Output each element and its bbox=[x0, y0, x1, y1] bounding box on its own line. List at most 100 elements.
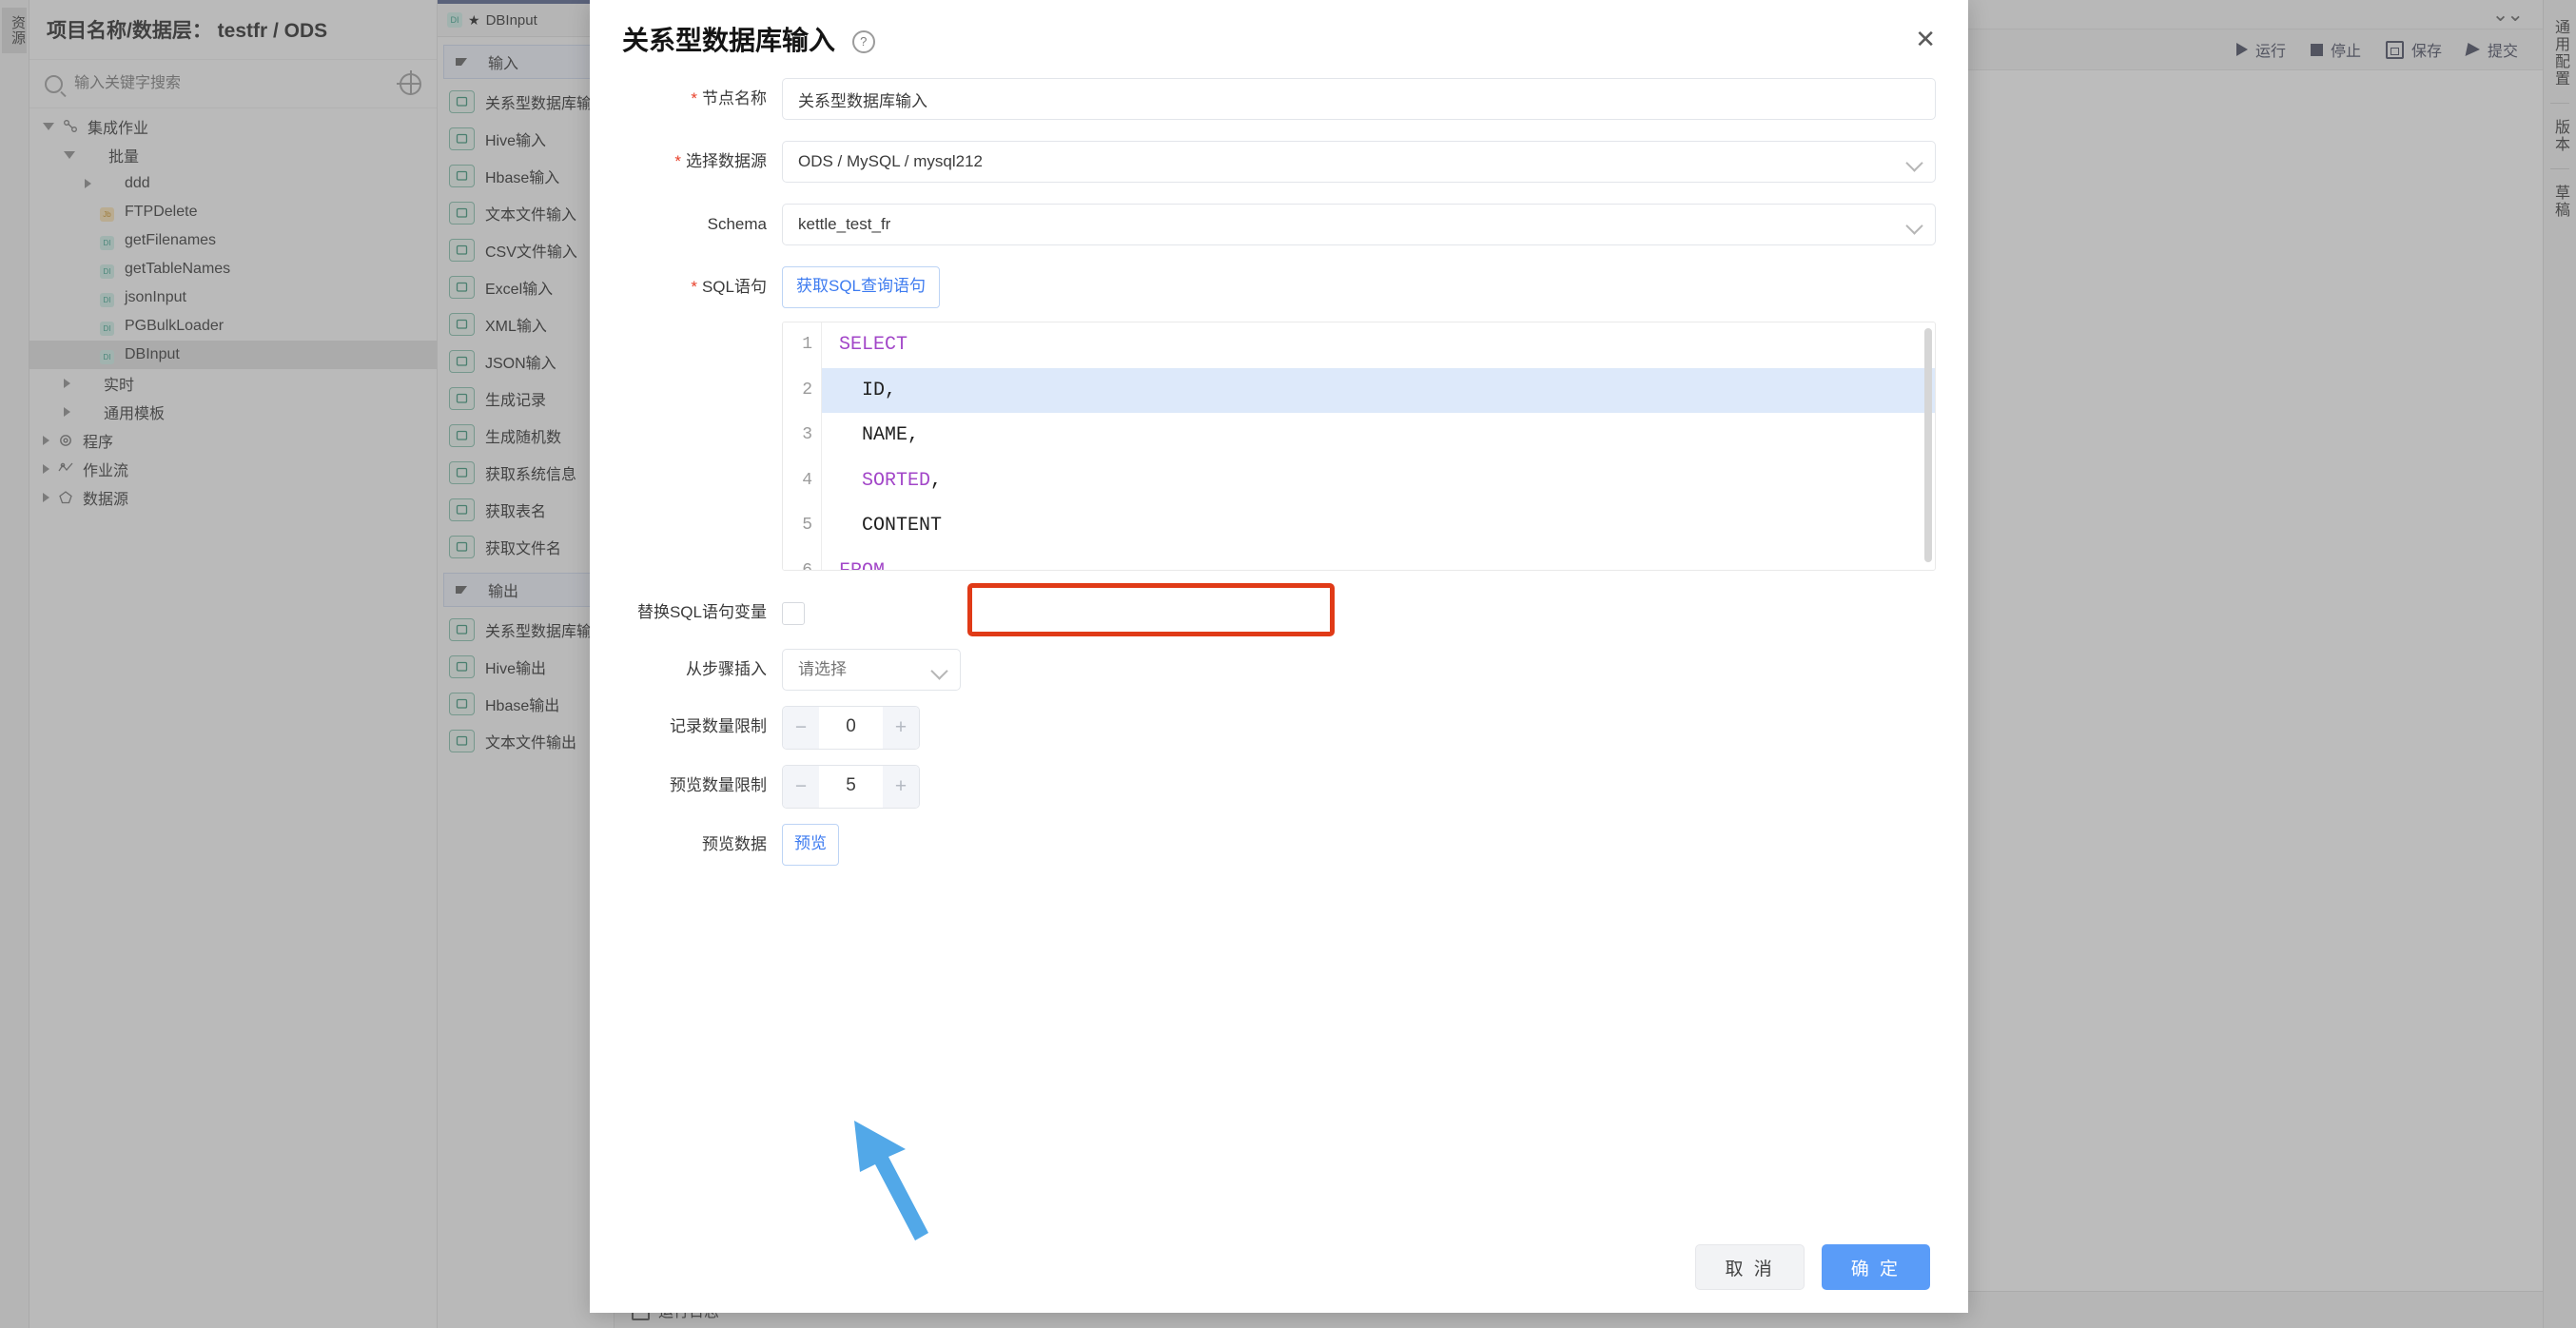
chevron-right-icon[interactable] bbox=[64, 379, 70, 388]
palette-item-label: 生成随机数 bbox=[485, 424, 561, 447]
palette-item-0-0[interactable]: 关系型数据库输入 bbox=[438, 83, 614, 120]
chevron-down-icon[interactable] bbox=[456, 58, 467, 66]
toolbar-button-0[interactable]: 运行 bbox=[2236, 38, 2286, 61]
chevron-down-icon[interactable] bbox=[64, 151, 75, 159]
palette-item-0-12[interactable]: 获取文件名 bbox=[438, 528, 614, 565]
sql-editor[interactable]: 1234567 SELECT ID, NAME, SORTED, CONTENT… bbox=[782, 322, 1936, 571]
preview-limit-stepper[interactable]: − 5 + bbox=[782, 765, 920, 809]
palette-item-1-2[interactable]: Hbase输出 bbox=[438, 685, 614, 722]
replace-variable-checkbox[interactable] bbox=[782, 602, 805, 625]
schema-select[interactable] bbox=[782, 204, 1936, 245]
preview-limit-value[interactable]: 5 bbox=[819, 766, 883, 808]
palette-item-label: Hbase输出 bbox=[485, 693, 559, 715]
close-icon[interactable]: ✕ bbox=[1915, 27, 1936, 51]
resource-tree[interactable]: 集成作业批量dddJbFTPDeleteDIgetFilenamesDIgetT… bbox=[29, 108, 437, 1328]
search-input[interactable] bbox=[72, 74, 390, 93]
chevron-right-icon[interactable] bbox=[85, 179, 91, 188]
tree-item-2[interactable]: ddd bbox=[29, 169, 437, 198]
tree-item-4[interactable]: DIgetFilenames bbox=[29, 226, 437, 255]
palette-item-1-1[interactable]: Hive输出 bbox=[438, 648, 614, 685]
palette-group-header-1[interactable]: 输出 bbox=[443, 573, 608, 607]
palette-list[interactable]: 输入关系型数据库输入Hive输入Hbase输入文本文件输入 CSV文件输入Exce… bbox=[438, 37, 614, 759]
tree-item-1[interactable]: 批量 bbox=[29, 141, 437, 169]
palette-item-label: XML输入 bbox=[485, 313, 547, 336]
sql-line-4[interactable]: SORTED, bbox=[822, 459, 1935, 504]
editor-tab-dbinput[interactable]: DI ★ DBInput bbox=[438, 0, 614, 37]
rail-tab-resources[interactable]: 资源 bbox=[2, 8, 27, 53]
tree-item-11[interactable]: 程序 bbox=[29, 426, 437, 455]
palette-item-label: JSON输入 bbox=[485, 350, 556, 373]
datasource-select[interactable] bbox=[782, 141, 1936, 183]
tree-item-12[interactable]: 作业流 bbox=[29, 455, 437, 483]
palette-item-0-10[interactable]: 获取系统信息 bbox=[438, 454, 614, 491]
question-mark-icon[interactable]: ? bbox=[852, 30, 875, 53]
sql-line-6[interactable]: FROM bbox=[822, 549, 1935, 572]
tree-search-bar[interactable] bbox=[29, 60, 437, 108]
tree-item-7[interactable]: DIPGBulkLoader bbox=[29, 312, 437, 341]
right-rail[interactable]: 通用配置版本草稿 bbox=[2543, 0, 2576, 1328]
palette-item-label: 文本文件输入 bbox=[485, 202, 576, 225]
sql-line-2[interactable]: ID, bbox=[822, 368, 1935, 414]
toolbar-button-2[interactable]: 保存 bbox=[2386, 38, 2442, 61]
sql-line-number: 1 bbox=[783, 322, 821, 368]
chevron-right-icon[interactable] bbox=[43, 464, 49, 474]
palette-item-0-9[interactable]: 生成随机数 bbox=[438, 417, 614, 454]
node-name-input[interactable] bbox=[782, 78, 1936, 120]
fetch-sql-button[interactable]: 获取SQL查询语句 bbox=[782, 266, 940, 308]
sql-line-1[interactable]: SELECT bbox=[822, 322, 1935, 368]
cancel-button[interactable]: 取 消 bbox=[1695, 1244, 1804, 1290]
palette-item-0-4[interactable]: CSV文件输入 bbox=[438, 231, 614, 268]
right-rail-tab-2[interactable]: 草稿 bbox=[2548, 175, 2571, 228]
submit-icon bbox=[2465, 43, 2481, 56]
right-rail-tab-1[interactable]: 版本 bbox=[2548, 109, 2571, 163]
sql-code-area[interactable]: SELECT ID, NAME, SORTED, CONTENTFROM ket… bbox=[822, 322, 1935, 570]
palette-item-0-6[interactable]: XML输入 bbox=[438, 305, 614, 342]
locate-icon[interactable] bbox=[400, 73, 421, 95]
chevron-double-down-icon[interactable]: ⌄⌄ bbox=[2492, 5, 2522, 25]
tree-item-6[interactable]: DIjsonInput bbox=[29, 283, 437, 312]
sql-line-number: 6 bbox=[783, 549, 821, 572]
tree-item-13[interactable]: 数据源 bbox=[29, 483, 437, 512]
textfile-icon bbox=[449, 730, 475, 752]
palette-item-1-0[interactable]: 关系型数据库输出 bbox=[438, 611, 614, 648]
record-limit-stepper[interactable]: − 0 + bbox=[782, 706, 920, 750]
palette-item-0-1[interactable]: Hive输入 bbox=[438, 120, 614, 157]
palette-item-0-7[interactable]: JSON输入 bbox=[438, 342, 614, 380]
palette-item-0-11[interactable]: 获取表名 bbox=[438, 491, 614, 528]
palette-item-0-5[interactable]: Excel输入 bbox=[438, 268, 614, 305]
palette-group-header-0[interactable]: 输入 bbox=[443, 45, 608, 79]
preview-limit-plus-button[interactable]: + bbox=[883, 766, 919, 808]
tree-item-3[interactable]: JbFTPDelete bbox=[29, 198, 437, 226]
confirm-button[interactable]: 确 定 bbox=[1822, 1244, 1930, 1290]
toolbar-button-1[interactable]: 停止 bbox=[2311, 38, 2361, 61]
palette-item-0-8[interactable]: 生成记录 bbox=[438, 380, 614, 417]
system-info-icon bbox=[449, 461, 475, 484]
chevron-right-icon[interactable] bbox=[43, 436, 49, 445]
field-schema: Schema bbox=[622, 204, 1936, 245]
sql-line-5[interactable]: CONTENT bbox=[822, 503, 1935, 549]
record-limit-value[interactable]: 0 bbox=[819, 707, 883, 749]
palette-item-0-3[interactable]: 文本文件输入 bbox=[438, 194, 614, 231]
sql-editor-scrollbar[interactable] bbox=[1924, 328, 1932, 562]
record-limit-label: 记录数量限制 bbox=[622, 706, 782, 748]
chevron-down-icon[interactable] bbox=[456, 586, 467, 594]
tree-item-5[interactable]: DIgetTableNames bbox=[29, 255, 437, 283]
record-limit-plus-button[interactable]: + bbox=[883, 707, 919, 749]
tree-item-10[interactable]: 通用模板 bbox=[29, 398, 437, 426]
toolbar-button-3[interactable]: 提交 bbox=[2467, 38, 2518, 61]
sql-line-3[interactable]: NAME, bbox=[822, 413, 1935, 459]
job-icon bbox=[63, 119, 79, 135]
chevron-down-icon[interactable] bbox=[43, 123, 54, 130]
preview-limit-minus-button[interactable]: − bbox=[783, 766, 819, 808]
tree-item-8[interactable]: DIDBInput bbox=[29, 341, 437, 369]
tree-item-9[interactable]: 实时 bbox=[29, 369, 437, 398]
palette-item-0-2[interactable]: Hbase输入 bbox=[438, 157, 614, 194]
record-limit-minus-button[interactable]: − bbox=[783, 707, 819, 749]
chevron-right-icon[interactable] bbox=[64, 407, 70, 417]
palette-item-1-3[interactable]: 文本文件输出 bbox=[438, 722, 614, 759]
right-rail-tab-0[interactable]: 通用配置 bbox=[2548, 10, 2571, 97]
chevron-right-icon[interactable] bbox=[43, 493, 49, 502]
tree-item-0[interactable]: 集成作业 bbox=[29, 112, 437, 141]
preview-button[interactable]: 预览 bbox=[782, 824, 839, 866]
tree-item-label: 数据源 bbox=[83, 486, 128, 509]
